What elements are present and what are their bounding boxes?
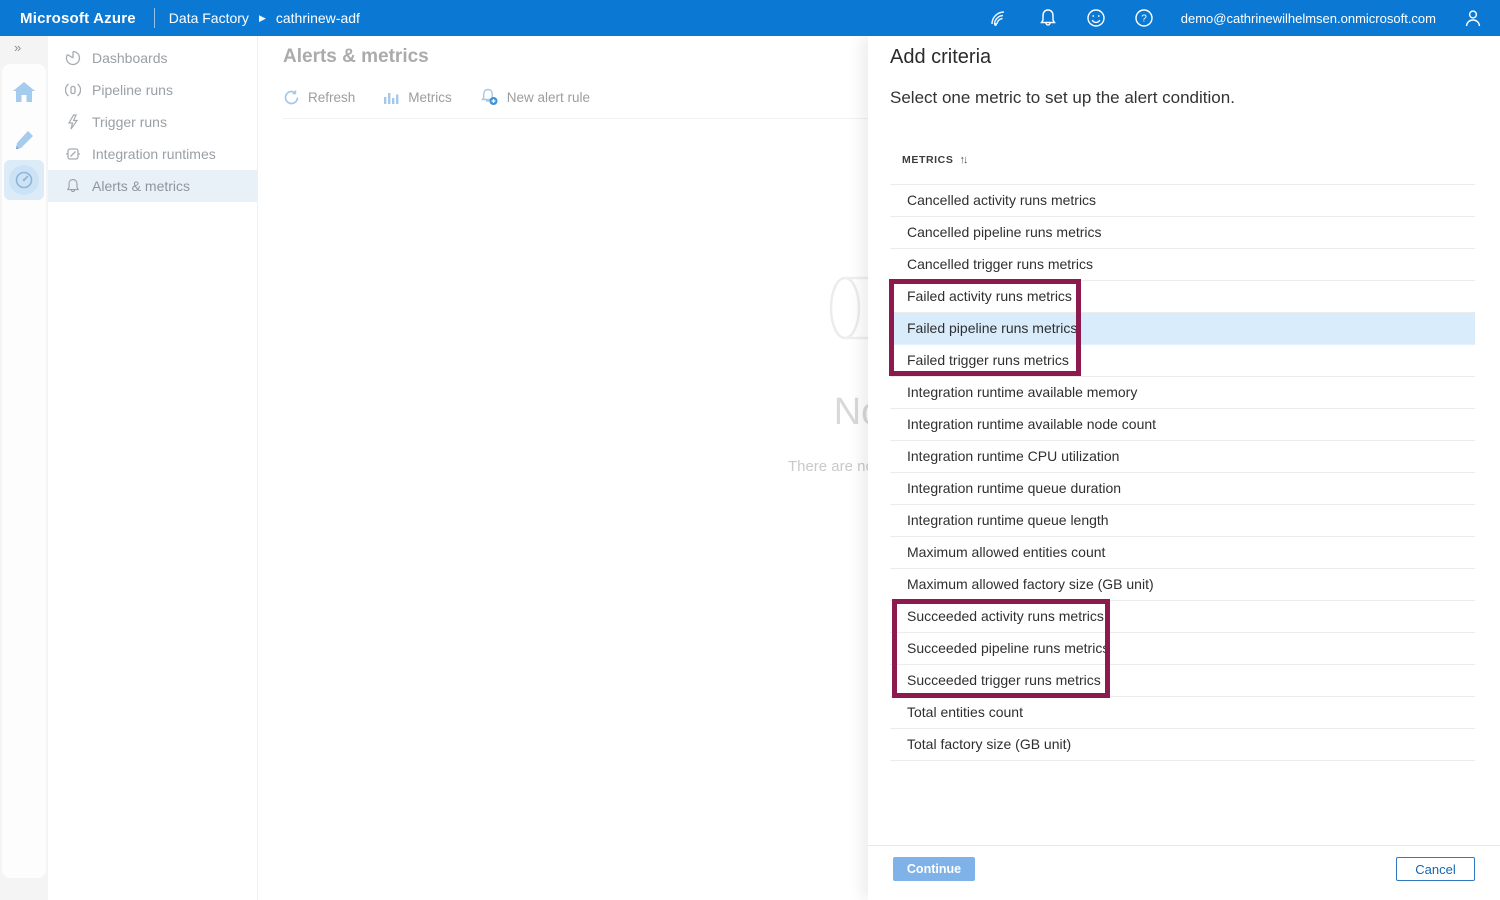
donut-chart-icon: [65, 50, 81, 66]
metric-row[interactable]: Total factory size (GB unit): [890, 729, 1475, 761]
sidebar-item-alerts-metrics[interactable]: Alerts & metrics: [48, 170, 257, 202]
metric-row[interactable]: Cancelled pipeline runs metrics: [890, 217, 1475, 249]
metric-row[interactable]: Cancelled activity runs metrics: [890, 185, 1475, 217]
refresh-icon: [283, 89, 300, 106]
metric-row[interactable]: Maximum allowed factory size (GB unit): [890, 569, 1475, 601]
account-email[interactable]: demo@cathrinewilhelmsen.onmicrosoft.com: [1181, 11, 1436, 26]
breadcrumb-caret-icon: ▶: [259, 13, 266, 24]
toolbar: Refresh Metrics New alert rule: [283, 88, 590, 106]
pipeline-icon: [65, 82, 81, 98]
page-title: Alerts & metrics: [283, 46, 429, 68]
lightning-icon: [65, 114, 81, 130]
metric-row[interactable]: Succeeded pipeline runs metrics: [890, 633, 1475, 665]
azure-brand[interactable]: Microsoft Azure: [0, 10, 154, 27]
home-icon: [11, 80, 37, 104]
metric-row[interactable]: Integration runtime CPU utilization: [890, 441, 1475, 473]
integration-runtime-icon: [65, 146, 81, 162]
left-rail: »: [0, 36, 48, 900]
monitor-gauge-icon: [9, 165, 39, 195]
metrics-button[interactable]: Metrics: [383, 89, 452, 105]
top-bar: Microsoft Azure Data Factory ▶ cathrinew…: [0, 0, 1500, 36]
svg-text:?: ?: [1141, 14, 1147, 25]
sidebar-item-pipeline-runs[interactable]: Pipeline runs: [48, 74, 257, 106]
sidebar-item-label: Integration runtimes: [92, 146, 216, 162]
monitor-sidebar: Dashboards Pipeline runs Trigger runs In…: [48, 36, 258, 900]
panel-subtitle: Select one metric to set up the alert co…: [890, 88, 1235, 108]
account-person-icon[interactable]: [1462, 7, 1484, 29]
cancel-button[interactable]: Cancel: [1396, 857, 1475, 881]
metric-row[interactable]: Failed pipeline runs metrics: [890, 313, 1475, 345]
metrics-label: Metrics: [408, 90, 452, 105]
rail-item-author[interactable]: [4, 120, 44, 160]
metrics-column-header[interactable]: METRICS ↑↓: [902, 154, 966, 166]
new-alert-bell-icon: [480, 88, 499, 106]
bell-icon: [65, 178, 81, 194]
new-alert-rule-button[interactable]: New alert rule: [480, 88, 590, 106]
sidebar-item-label: Trigger runs: [92, 114, 167, 130]
sidebar-item-trigger-runs[interactable]: Trigger runs: [48, 106, 257, 138]
new-alert-rule-label: New alert rule: [507, 90, 590, 105]
metric-row[interactable]: Integration runtime available memory: [890, 377, 1475, 409]
add-criteria-panel: Add criteria Select one metric to set up…: [868, 36, 1500, 900]
notifications-bell-icon[interactable]: [1037, 7, 1059, 29]
rail-item-monitor[interactable]: [4, 160, 44, 200]
sidebar-item-dashboards[interactable]: Dashboards: [48, 42, 257, 74]
refresh-button[interactable]: Refresh: [283, 89, 355, 106]
metric-row[interactable]: Total entities count: [890, 697, 1475, 729]
breadcrumb-resource[interactable]: cathrinew-adf: [276, 10, 360, 26]
metric-list: Cancelled activity runs metricsCancelled…: [890, 184, 1475, 761]
metrics-column-label: METRICS: [902, 154, 953, 166]
expand-rail-chevron-icon[interactable]: »: [14, 40, 21, 55]
metric-row[interactable]: Succeeded trigger runs metrics: [890, 665, 1475, 697]
sidebar-item-label: Dashboards: [92, 50, 168, 66]
footer-divider: [868, 845, 1500, 846]
metric-row[interactable]: Failed trigger runs metrics: [890, 345, 1475, 377]
metric-row[interactable]: Integration runtime queue length: [890, 505, 1475, 537]
panel-title: Add criteria: [890, 46, 991, 69]
metric-row[interactable]: Maximum allowed entities count: [890, 537, 1475, 569]
sort-icon: ↑↓: [959, 154, 966, 166]
sidebar-item-label: Alerts & metrics: [92, 178, 190, 194]
breadcrumb-app[interactable]: Data Factory: [169, 10, 249, 26]
sidebar-item-label: Pipeline runs: [92, 82, 173, 98]
metric-row[interactable]: Cancelled trigger runs metrics: [890, 249, 1475, 281]
bar-chart-icon: [383, 89, 400, 105]
sidebar-item-integration-runtimes[interactable]: Integration runtimes: [48, 138, 257, 170]
feedback-smiley-icon[interactable]: [1085, 7, 1107, 29]
metric-row[interactable]: Integration runtime available node count: [890, 409, 1475, 441]
help-icon[interactable]: ?: [1133, 7, 1155, 29]
metric-row[interactable]: Integration runtime queue duration: [890, 473, 1475, 505]
topbar-actions: ? demo@cathrinewilhelmsen.onmicrosoft.co…: [989, 7, 1500, 29]
signal-icon[interactable]: [989, 7, 1011, 29]
refresh-label: Refresh: [308, 90, 355, 105]
pencil-icon: [12, 128, 36, 152]
rail-item-home[interactable]: [4, 72, 44, 112]
metric-row[interactable]: Succeeded activity runs metrics: [890, 601, 1475, 633]
metric-row[interactable]: Failed activity runs metrics: [890, 281, 1475, 313]
continue-button[interactable]: Continue: [893, 857, 975, 881]
topbar-divider: [154, 8, 155, 28]
